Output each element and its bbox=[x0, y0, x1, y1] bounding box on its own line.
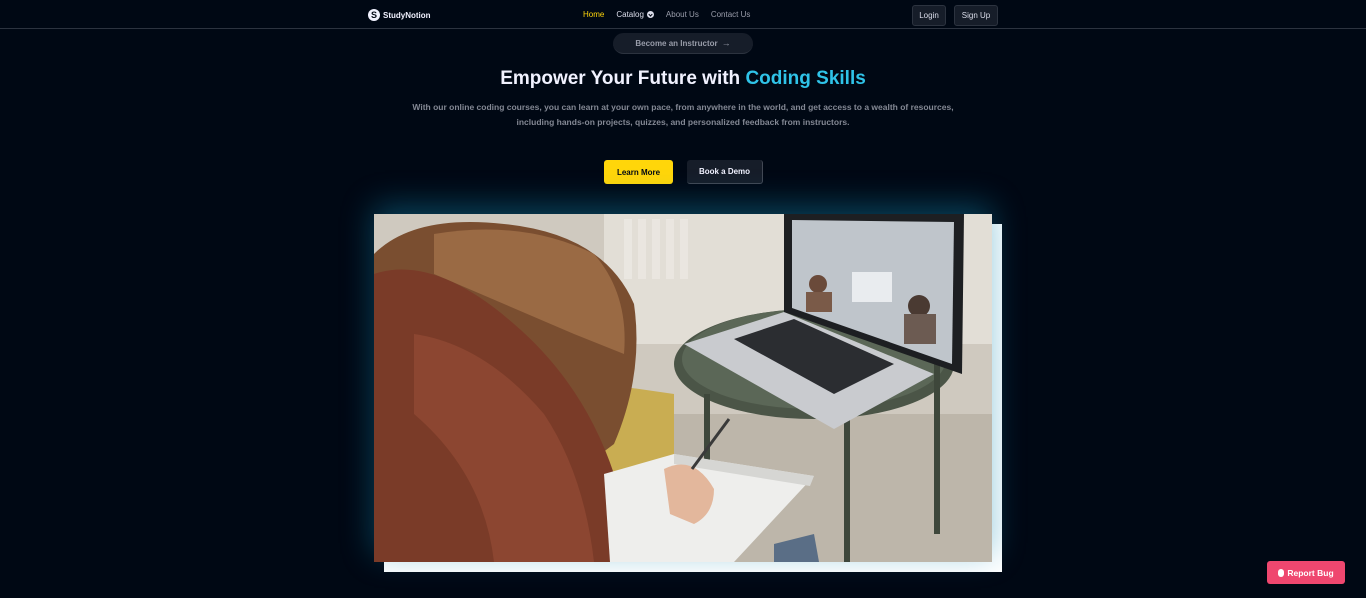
hero-title: Empower Your Future with Coding Skills bbox=[0, 68, 1366, 90]
book-demo-button[interactable]: Book a Demo bbox=[687, 160, 763, 184]
bug-icon bbox=[1278, 568, 1285, 577]
arrow-right-icon: → bbox=[721, 38, 731, 48]
signup-button[interactable]: Sign Up bbox=[954, 5, 998, 26]
learn-more-button[interactable]: Learn More bbox=[604, 160, 673, 184]
nav-link-contact[interactable]: Contact Us bbox=[711, 10, 751, 19]
hero-image bbox=[374, 214, 992, 562]
nav-link-home[interactable]: Home bbox=[583, 10, 604, 19]
nav-link-catalog-label: Catalog bbox=[616, 10, 644, 19]
logo[interactable]: S StudyNotion bbox=[368, 8, 431, 22]
nav-links: Home Catalog About Us Contact Us bbox=[583, 10, 762, 19]
hero-title-highlight: Coding Skills bbox=[745, 68, 866, 89]
report-bug-label: Report Bug bbox=[1287, 567, 1334, 578]
navbar: S StudyNotion Home Catalog About Us Cont… bbox=[0, 0, 1366, 29]
login-button[interactable]: Login bbox=[912, 5, 946, 26]
chevron-down-icon bbox=[646, 11, 654, 18]
become-instructor-button[interactable]: Become an Instructor → bbox=[613, 33, 753, 54]
report-bug-button[interactable]: Report Bug bbox=[1267, 561, 1345, 584]
logo-icon: S bbox=[368, 9, 380, 21]
nav-link-about[interactable]: About Us bbox=[666, 10, 699, 19]
logo-text: StudyNotion bbox=[383, 10, 431, 20]
nav-link-catalog[interactable]: Catalog bbox=[616, 10, 654, 19]
hero-illustration bbox=[374, 214, 992, 562]
become-instructor-label: Become an Instructor bbox=[635, 38, 718, 48]
hero-title-prefix: Empower Your Future with bbox=[500, 68, 746, 89]
hero-subtitle: With our online coding courses, you can … bbox=[412, 102, 954, 127]
